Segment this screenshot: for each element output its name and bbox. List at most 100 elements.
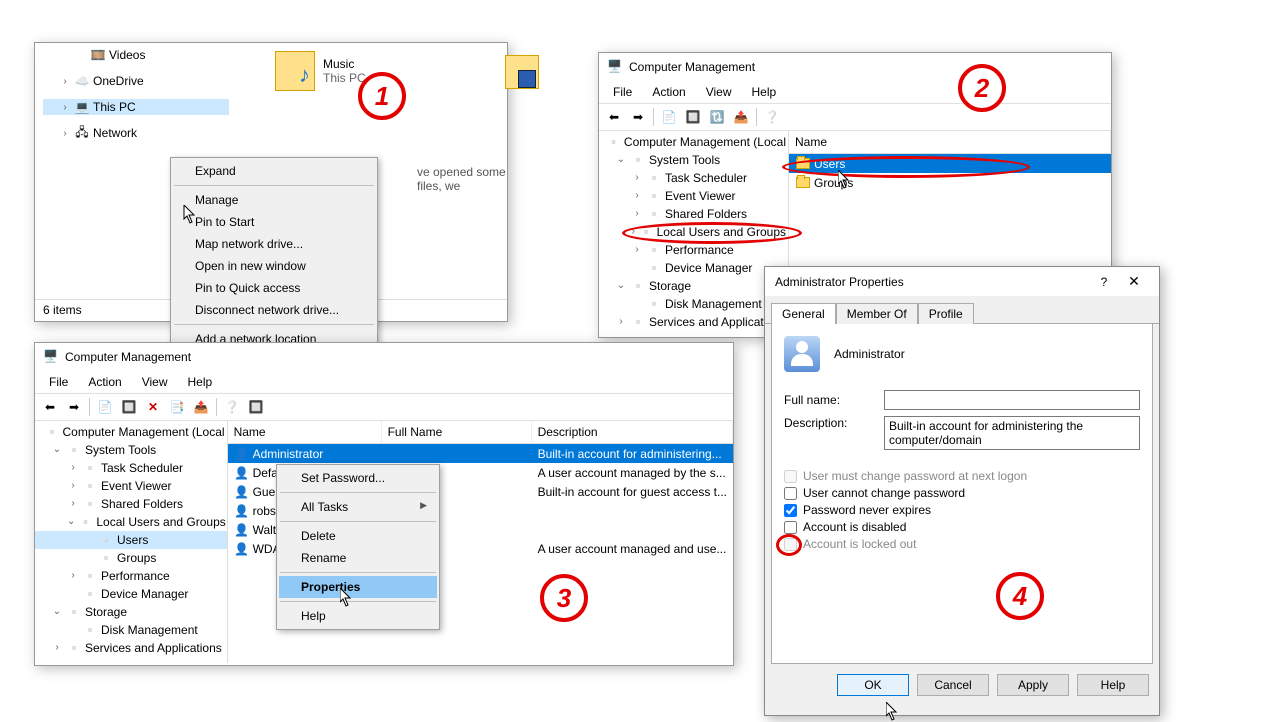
- user-row[interactable]: 👤AdministratorBuilt-in account for admin…: [228, 444, 733, 463]
- ctx-properties[interactable]: Properties: [279, 576, 437, 598]
- ctx-manage[interactable]: Manage: [173, 189, 375, 211]
- ctx-open-new-window[interactable]: Open in new window: [173, 255, 375, 277]
- tree-item[interactable]: ⌄▫️System Tools: [599, 151, 788, 169]
- tree-item[interactable]: ›▫️Shared Folders: [35, 495, 227, 513]
- nav-this-pc[interactable]: ›💻This PC: [43, 99, 229, 115]
- ctx-help[interactable]: Help: [279, 605, 437, 627]
- tree-item[interactable]: ›▫️Event Viewer: [599, 187, 788, 205]
- delete-button[interactable]: ✕: [142, 396, 164, 418]
- tree-item[interactable]: ›▫️Performance: [599, 241, 788, 259]
- ctx-pin-quick-access[interactable]: Pin to Quick access: [173, 277, 375, 299]
- ctx-delete[interactable]: Delete: [279, 525, 437, 547]
- tree-item[interactable]: ›▫️Services and Applications: [35, 639, 227, 657]
- new-button[interactable]: 📄: [94, 396, 116, 418]
- tree-item[interactable]: ▫️Computer Management (Local: [35, 423, 227, 441]
- tree-item[interactable]: ▫️Disk Management: [599, 295, 788, 313]
- close-button[interactable]: ✕: [1119, 273, 1149, 290]
- forward-button[interactable]: ➡: [627, 106, 649, 128]
- tab-profile[interactable]: Profile: [918, 303, 974, 324]
- expand-icon[interactable]: ⌄: [67, 513, 75, 531]
- help-button[interactable]: ?: [1089, 275, 1119, 289]
- tree-item[interactable]: ›▫️Task Scheduler: [599, 169, 788, 187]
- description-input[interactable]: [884, 416, 1140, 450]
- expand-icon[interactable]: ⌄: [615, 277, 627, 295]
- tree-item[interactable]: ▫️Device Manager: [35, 585, 227, 603]
- tree-item[interactable]: ›▫️Task Scheduler: [35, 459, 227, 477]
- tree-item[interactable]: ▫️Disk Management: [35, 621, 227, 639]
- checkbox-row[interactable]: Account is disabled: [784, 520, 1140, 534]
- checkbox[interactable]: [784, 487, 797, 500]
- checkbox[interactable]: [784, 504, 797, 517]
- tree-item[interactable]: ▫️Computer Management (Local: [599, 133, 788, 151]
- nav-onedrive[interactable]: ›☁️OneDrive: [43, 73, 229, 89]
- help-button[interactable]: Help: [1077, 674, 1149, 696]
- show-hide-button[interactable]: 🔲: [682, 106, 704, 128]
- folder-tile-videos[interactable]: [505, 55, 539, 89]
- tree-item[interactable]: ⌄▫️Storage: [599, 277, 788, 295]
- list-row-groups[interactable]: Groups: [789, 173, 1111, 192]
- checkbox-row[interactable]: Password never expires: [784, 503, 1140, 517]
- tab-member-of[interactable]: Member Of: [836, 303, 918, 324]
- tree-item[interactable]: ⌄▫️Local Users and Groups: [35, 513, 227, 531]
- expand-icon[interactable]: ⌄: [615, 151, 627, 169]
- nav-videos[interactable]: 🎞️Videos: [43, 47, 229, 63]
- folder-tile-music[interactable]: ♪ Music This PC: [275, 51, 366, 91]
- expand-icon[interactable]: ⌄: [51, 441, 63, 459]
- expand-icon[interactable]: ›: [631, 241, 643, 259]
- tree-item[interactable]: ›▫️Services and Application: [599, 313, 788, 331]
- ctx-set-password[interactable]: Set Password...: [279, 467, 437, 489]
- expand-icon[interactable]: ›: [67, 459, 79, 477]
- expand-icon[interactable]: ⌄: [51, 603, 63, 621]
- tree-item[interactable]: ›▫️Local Users and Groups: [599, 223, 788, 241]
- tree-item[interactable]: ⌄▫️System Tools: [35, 441, 227, 459]
- menu-action[interactable]: Action: [80, 373, 129, 391]
- col-name[interactable]: Name: [789, 131, 1111, 153]
- menu-file[interactable]: File: [605, 83, 640, 101]
- fullname-input[interactable]: [884, 390, 1140, 410]
- tab-general[interactable]: General: [771, 303, 836, 324]
- cancel-button[interactable]: Cancel: [917, 674, 989, 696]
- show-hide-button[interactable]: 🔲: [118, 396, 140, 418]
- view-button[interactable]: 🔲: [245, 396, 267, 418]
- tree-item[interactable]: ⌄▫️Storage: [35, 603, 227, 621]
- menu-help[interactable]: Help: [744, 83, 785, 101]
- apply-button[interactable]: Apply: [997, 674, 1069, 696]
- checkbox[interactable]: [784, 521, 797, 534]
- list-row-users[interactable]: Users: [789, 154, 1111, 173]
- tree-item[interactable]: ›▫️Event Viewer: [35, 477, 227, 495]
- back-button[interactable]: ⬅: [39, 396, 61, 418]
- expand-icon[interactable]: ›: [631, 223, 636, 241]
- ctx-expand[interactable]: Expand: [173, 160, 375, 182]
- col-description[interactable]: Description: [532, 421, 733, 443]
- expand-icon[interactable]: ›: [67, 567, 79, 585]
- ctx-pin-start[interactable]: Pin to Start: [173, 211, 375, 233]
- tree-item[interactable]: ▫️Groups: [35, 549, 227, 567]
- refresh-button[interactable]: 🔃: [706, 106, 728, 128]
- properties-button[interactable]: 📑: [166, 396, 188, 418]
- tree-item[interactable]: ▫️Users: [35, 531, 227, 549]
- expand-icon[interactable]: ›: [67, 495, 79, 513]
- menu-view[interactable]: View: [698, 83, 740, 101]
- ctx-rename[interactable]: Rename: [279, 547, 437, 569]
- menu-view[interactable]: View: [134, 373, 176, 391]
- expand-icon[interactable]: ›: [631, 169, 643, 187]
- back-button[interactable]: ⬅: [603, 106, 625, 128]
- menu-help[interactable]: Help: [180, 373, 221, 391]
- checkbox-row[interactable]: User cannot change password: [784, 486, 1140, 500]
- tree-item[interactable]: ›▫️Shared Folders: [599, 205, 788, 223]
- col-name[interactable]: Name: [228, 421, 382, 443]
- forward-button[interactable]: ➡: [63, 396, 85, 418]
- expand-icon[interactable]: ›: [67, 477, 79, 495]
- menu-file[interactable]: File: [41, 373, 76, 391]
- ctx-all-tasks[interactable]: All Tasks▶: [279, 496, 437, 518]
- nav-network[interactable]: ›🖧Network: [43, 125, 229, 141]
- export-button[interactable]: 📤: [190, 396, 212, 418]
- up-button[interactable]: 📄: [658, 106, 680, 128]
- expand-icon[interactable]: ›: [631, 205, 643, 223]
- ctx-map-drive[interactable]: Map network drive...: [173, 233, 375, 255]
- col-fullname[interactable]: Full Name: [382, 421, 532, 443]
- help-button[interactable]: ❔: [761, 106, 783, 128]
- ctx-disconnect-drive[interactable]: Disconnect network drive...: [173, 299, 375, 321]
- export-button[interactable]: 📤: [730, 106, 752, 128]
- expand-icon[interactable]: ›: [51, 639, 63, 657]
